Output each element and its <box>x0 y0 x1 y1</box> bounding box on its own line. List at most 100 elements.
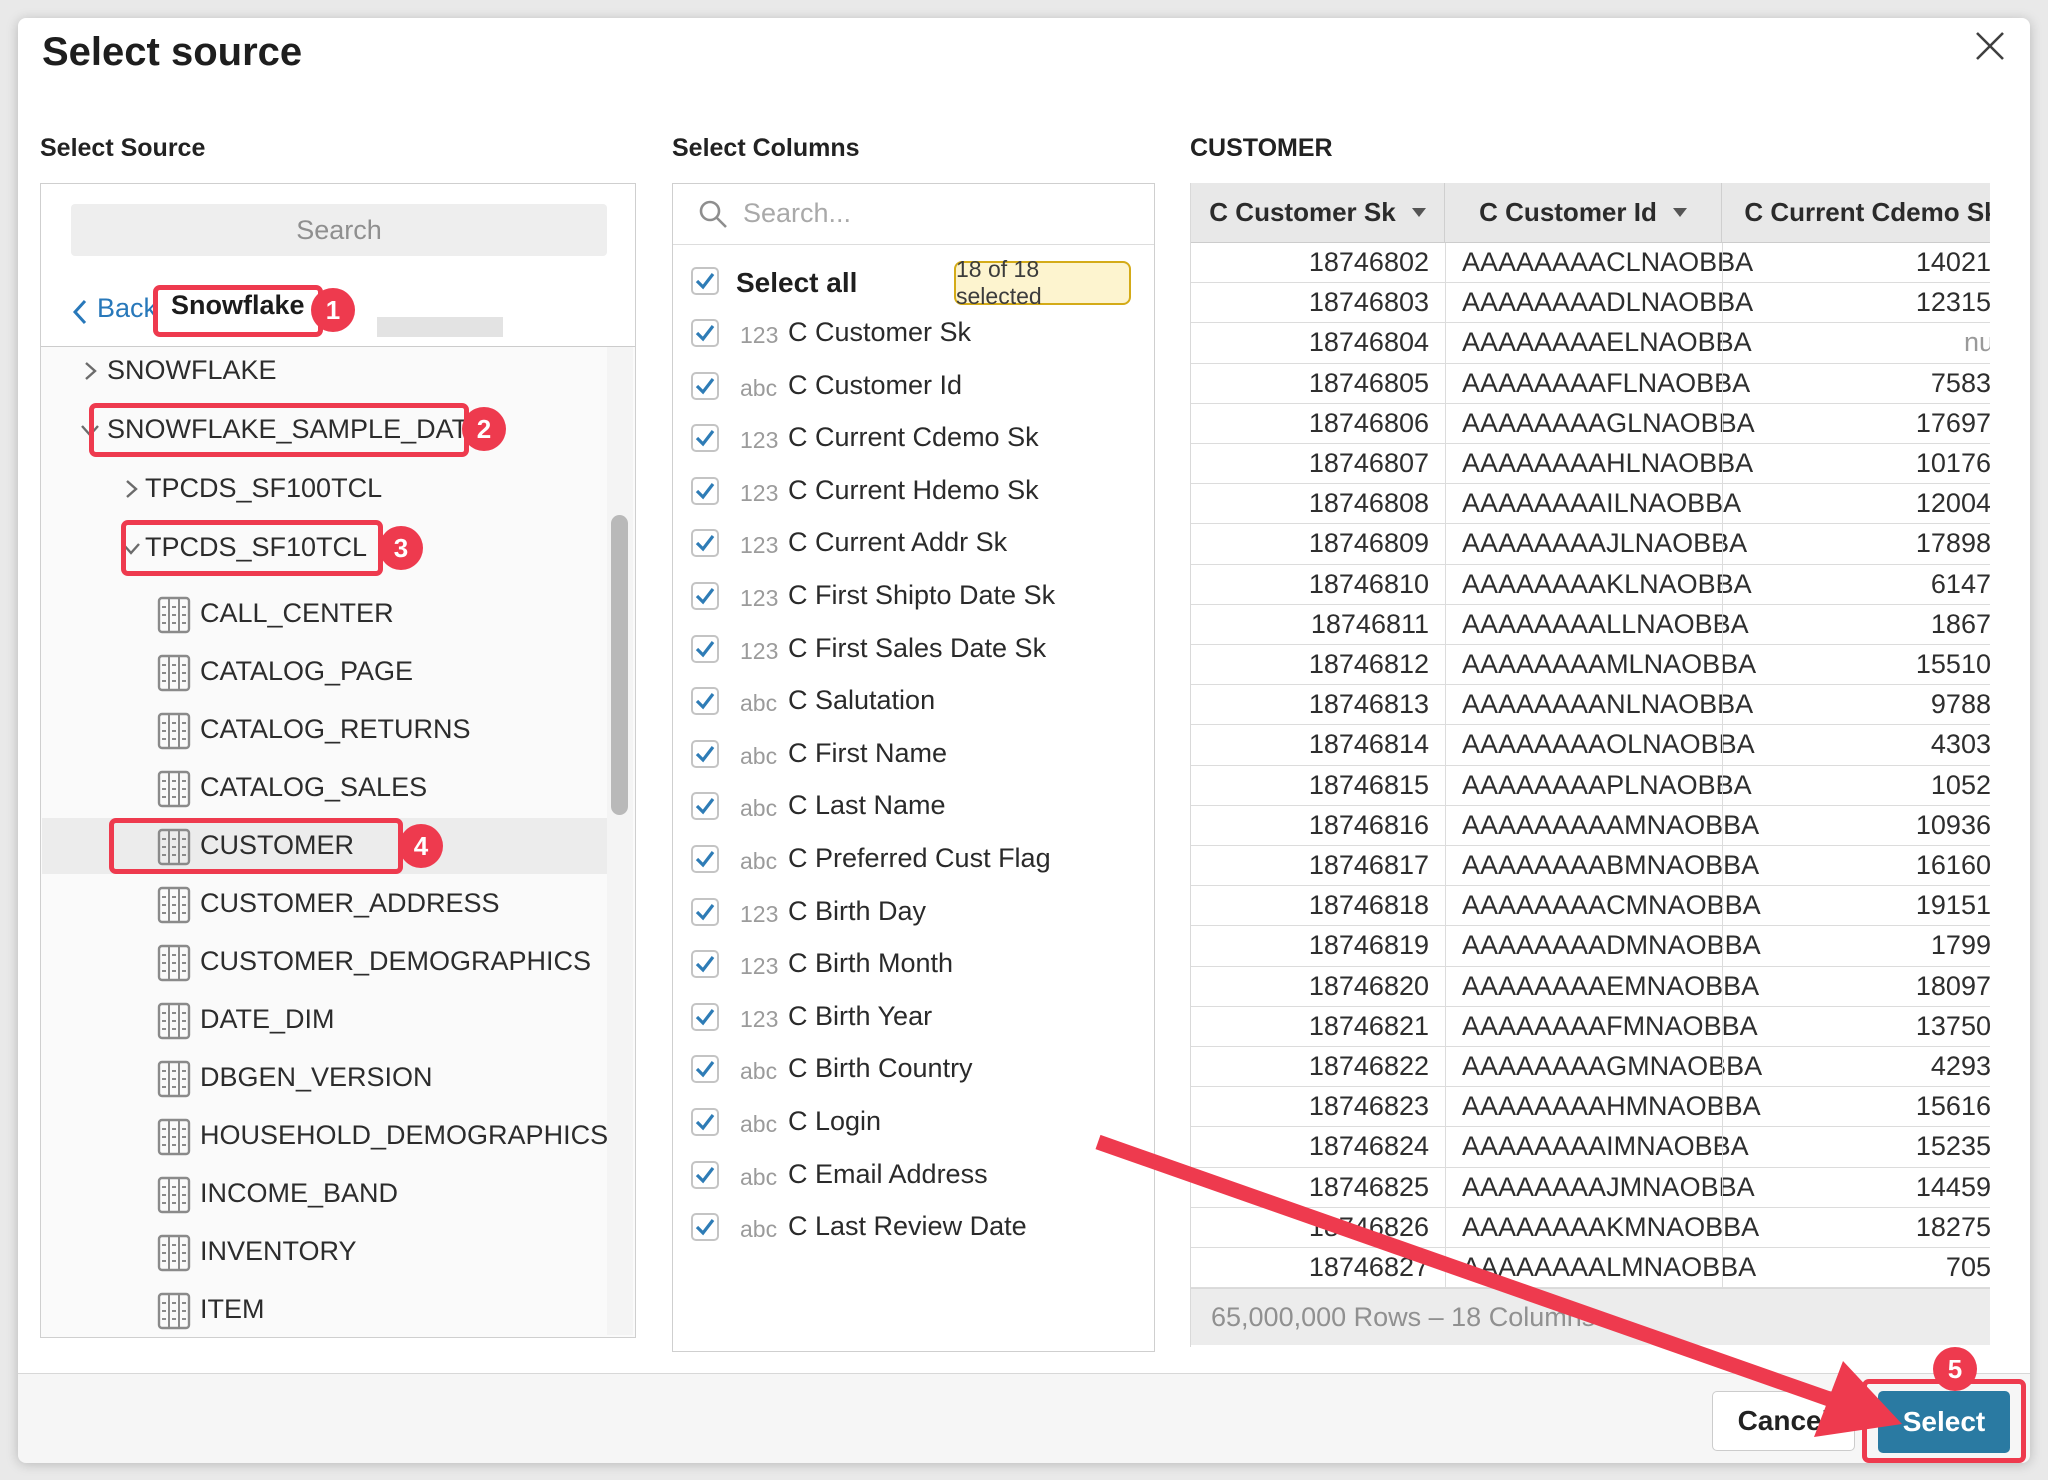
close-icon[interactable] <box>1970 26 2010 66</box>
column-row-c-birth-day: 123C Birth Day <box>673 886 1154 938</box>
tree-item-label: DATE_DIM <box>200 1004 335 1035</box>
table-cell: 18746820 <box>1191 967 1445 1006</box>
select-button[interactable]: Select <box>1878 1391 2010 1453</box>
column-checkbox[interactable] <box>691 845 719 873</box>
tree-item-customer[interactable]: CUSTOMER <box>42 818 612 874</box>
select-all-checkbox[interactable] <box>691 267 719 295</box>
tree-item-dbgen-version[interactable]: DBGEN_VERSION <box>42 1050 612 1106</box>
column-checkbox[interactable] <box>691 740 719 768</box>
breadcrumb: Back Snowflake - <box>41 287 635 339</box>
tree-item-tpcds-sf10tcl[interactable]: TPCDS_SF10TCL <box>42 520 612 576</box>
tree-item-customer-address[interactable]: CUSTOMER_ADDRESS <box>42 876 612 932</box>
table-icon <box>157 1234 191 1277</box>
column-checkbox[interactable] <box>691 1055 719 1083</box>
columns-search-input[interactable]: Search... <box>673 184 1154 245</box>
column-checkbox[interactable] <box>691 687 719 715</box>
table-icon <box>157 1292 191 1335</box>
tree-item-catalog-sales[interactable]: CATALOG_SALES <box>42 760 612 816</box>
column-row-c-first-shipto-date-sk: 123C First Shipto Date Sk <box>673 570 1154 622</box>
table-cell: 137501 <box>1722 1007 1990 1046</box>
tree-item-snowflake-sample-data[interactable]: SNOWFLAKE_SAMPLE_DATA <box>42 402 612 458</box>
column-type-label: abc <box>740 1164 777 1191</box>
column-checkbox[interactable] <box>691 1161 719 1189</box>
column-header-c-current-cdemo-sk[interactable]: C Current Cdemo Sk <box>1722 183 1990 243</box>
column-checkbox[interactable] <box>691 1108 719 1136</box>
table-icon <box>157 712 191 755</box>
chevron-right-icon[interactable] <box>79 360 101 387</box>
tree-item-catalog-page[interactable]: CATALOG_PAGE <box>42 644 612 700</box>
column-menu-icon[interactable] <box>1412 208 1426 217</box>
tree-item-label: INVENTORY <box>200 1236 357 1267</box>
column-checkbox[interactable] <box>691 582 719 610</box>
column-type-label: abc <box>740 795 777 822</box>
tree-item-date-dim[interactable]: DATE_DIM <box>42 992 612 1048</box>
column-checkbox[interactable] <box>691 477 719 505</box>
table-cell: AAAAAAAAILNAOBBA <box>1445 484 1722 523</box>
chevron-right-icon[interactable] <box>120 478 142 505</box>
connection-name: Snowflake - <box>171 290 321 321</box>
table-cell: 18746822 <box>1191 1047 1445 1086</box>
table-icon <box>157 654 191 697</box>
table-cell: AAAAAAAAEMNAOBBA <box>1445 967 1722 1006</box>
chevron-down-icon[interactable] <box>120 537 142 564</box>
tree-item-customer-demographics[interactable]: CUSTOMER_DEMOGRAPHICS <box>42 934 612 990</box>
column-menu-icon[interactable] <box>1673 208 1687 217</box>
column-checkbox[interactable] <box>691 529 719 557</box>
table-cell: AAAAAAAAGLNAOBBA <box>1445 404 1722 443</box>
column-checkbox[interactable] <box>691 424 719 452</box>
table-cell: 18746809 <box>1191 524 1445 563</box>
table-cell: AAAAAAAAJMNAOBBA <box>1445 1168 1722 1207</box>
tree-item-tpcds-sf100tcl[interactable]: TPCDS_SF100TCL <box>42 461 612 517</box>
back-link[interactable]: Back <box>97 293 157 324</box>
annotation-step-5: 5 <box>1933 1347 1977 1391</box>
column-row-c-customer-sk: 123C Customer Sk <box>673 307 1154 359</box>
table-icon <box>157 1002 191 1045</box>
cancel-button[interactable]: Cancel <box>1712 1391 1855 1451</box>
table-row: 18746820AAAAAAAAEMNAOBBA180971 <box>1191 967 1990 1007</box>
table-row: 18746824AAAAAAAAIMNAOBBA152356 <box>1191 1127 1990 1167</box>
tree-item-label: CUSTOMER_DEMOGRAPHICS <box>200 946 591 977</box>
table-cell: AAAAAAAAAMNAOBBA <box>1445 806 1722 845</box>
column-header-c-customer-id[interactable]: C Customer Id <box>1445 183 1722 243</box>
column-name-label: C Birth Day <box>788 896 926 927</box>
tree-item-item[interactable]: ITEM <box>42 1282 612 1338</box>
tree-item-income-band[interactable]: INCOME_BAND <box>42 1166 612 1222</box>
tree-item-inventory[interactable]: INVENTORY <box>42 1224 612 1280</box>
scrollbar-thumb[interactable] <box>611 515 628 815</box>
table-cell: 123152 <box>1722 283 1990 322</box>
column-header-c-customer-sk[interactable]: C Customer Sk <box>1191 183 1445 243</box>
table-cell: 120043 <box>1722 484 1990 523</box>
column-checkbox[interactable] <box>691 1003 719 1031</box>
source-tree-scrollbar[interactable] <box>607 347 633 1335</box>
tree-item-call-center[interactable]: CALL_CENTER <box>42 586 612 642</box>
tree-item-catalog-returns[interactable]: CATALOG_RETURNS <box>42 702 612 758</box>
column-checkbox[interactable] <box>691 898 719 926</box>
table-cell: 18671 <box>1722 605 1990 644</box>
column-checkbox[interactable] <box>691 319 719 347</box>
column-checkbox[interactable] <box>691 372 719 400</box>
tree-item-label: CATALOG_PAGE <box>200 656 413 687</box>
table-icon <box>157 1176 191 1219</box>
tree-item-snowflake[interactable]: SNOWFLAKE <box>42 343 612 399</box>
column-row-c-birth-month: 123C Birth Month <box>673 938 1154 990</box>
chevron-down-icon[interactable] <box>79 419 101 446</box>
column-checkbox[interactable] <box>691 635 719 663</box>
column-checkbox[interactable] <box>691 950 719 978</box>
column-name-label: C Salutation <box>788 685 935 716</box>
column-row-c-last-review-date: abcC Last Review Date <box>673 1201 1154 1253</box>
table-row: 18746821AAAAAAAAFMNAOBBA137501 <box>1191 1007 1990 1047</box>
tree-item-label: INCOME_BAND <box>200 1178 398 1209</box>
tree-item-label: CATALOG_RETURNS <box>200 714 471 745</box>
tree-item-household-demographics[interactable]: HOUSEHOLD_DEMOGRAPHICS <box>42 1108 612 1164</box>
column-name-label: C Preferred Cust Flag <box>788 843 1051 874</box>
table-cell: 182759 <box>1722 1208 1990 1247</box>
column-row-c-first-sales-date-sk: 123C First Sales Date Sk <box>673 623 1154 675</box>
table-cell: AAAAAAAAELNAOBBA <box>1445 323 1722 362</box>
table-cell: AAAAAAAAIMNAOBBA <box>1445 1127 1722 1166</box>
column-checkbox[interactable] <box>691 1213 719 1241</box>
column-checkbox[interactable] <box>691 792 719 820</box>
table-cell: 18746810 <box>1191 565 1445 604</box>
columns-search-placeholder: Search... <box>743 198 851 229</box>
column-type-label: abc <box>740 375 777 402</box>
source-search-input[interactable]: Search <box>71 204 607 256</box>
